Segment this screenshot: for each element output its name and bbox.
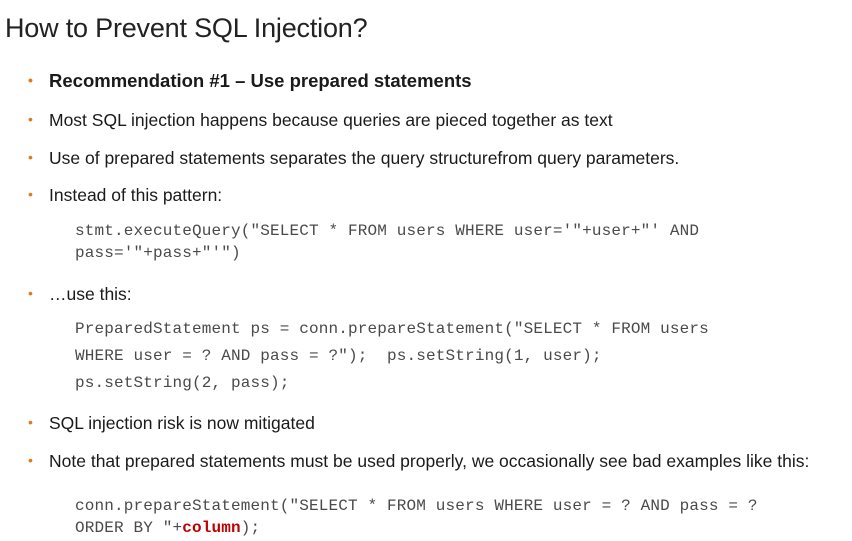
bullet-dot: •: [28, 452, 33, 468]
bullet-dot: •: [28, 72, 33, 88]
bullet-note-misuse: • Note that prepared statements must be u…: [28, 451, 809, 472]
bullet-text: …use this:: [49, 284, 132, 304]
code-misuse-line-2: ORDER BY "+column);: [75, 519, 260, 537]
code-bad-line-2: pass='"+pass+"'"): [75, 244, 241, 262]
bullet-text: Note that prepared statements must be us…: [49, 451, 810, 471]
bullet-use-this: • …use this:: [28, 284, 132, 305]
bullet-risk-mitigated: • SQL injection risk is now mitigated: [28, 413, 315, 434]
code-good-line-3: ps.setString(2, pass);: [75, 374, 290, 392]
code-misuse-highlight: column: [182, 519, 241, 537]
code-good-line-1: PreparedStatement ps = conn.prepareState…: [75, 320, 709, 338]
code-misuse-prefix: ORDER BY "+: [75, 519, 183, 537]
bullet-dot: •: [28, 149, 33, 165]
bullet-instead-of-pattern: • Instead of this pattern:: [28, 185, 222, 206]
bullet-text: Use of prepared statements separates the…: [49, 148, 680, 168]
bullet-dot: •: [28, 414, 33, 430]
bullet-text: Instead of this pattern:: [49, 185, 223, 205]
bullet-most-sql-injection: • Most SQL injection happens because quer…: [28, 110, 613, 131]
code-misuse-suffix: );: [240, 519, 261, 537]
bullet-text: SQL injection risk is now mitigated: [49, 413, 315, 433]
code-bad-line-1: stmt.executeQuery("SELECT * FROM users W…: [75, 222, 700, 240]
bullet-dot: •: [28, 285, 33, 301]
bullet-dot: •: [28, 111, 33, 127]
slide-title: How to Prevent SQL Injection?: [5, 13, 368, 43]
code-misuse-line-1: conn.prepareStatement("SELECT * FROM use…: [75, 497, 758, 515]
bullet-recommendation: • Recommendation #1 – Use prepared statem…: [28, 70, 472, 92]
bullet-dot: •: [28, 186, 33, 202]
code-good-line-2: WHERE user = ? AND pass = ?"); ps.setStr…: [75, 347, 602, 365]
bullet-text: Most SQL injection happens because queri…: [49, 110, 613, 130]
bullet-text: Recommendation #1 – Use prepared stateme…: [49, 70, 472, 91]
bullet-prepared-separates: • Use of prepared statements separates th…: [28, 148, 679, 169]
